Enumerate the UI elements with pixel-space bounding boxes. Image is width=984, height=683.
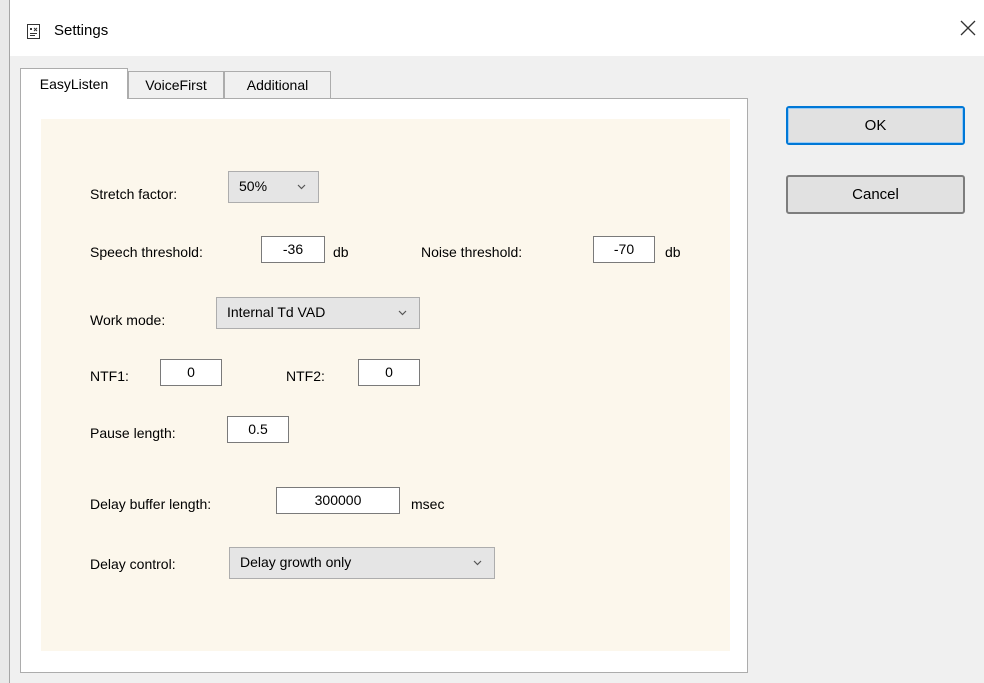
delay-control-dropdown[interactable]: Delay growth only: [229, 547, 495, 579]
pause-length-input[interactable]: 0.5: [227, 416, 289, 443]
noise-threshold-unit: db: [665, 244, 681, 260]
ntf2-input[interactable]: 0: [358, 359, 420, 386]
settings-window: Settings EasyListen VoiceFirst Additiona…: [9, 0, 984, 683]
speech-threshold-label: Speech threshold:: [90, 244, 203, 260]
ntf1-input[interactable]: 0: [160, 359, 222, 386]
cancel-button[interactable]: Cancel: [786, 175, 965, 214]
dialog-client-area: EasyListen VoiceFirst Additional Stretch…: [10, 56, 984, 683]
ok-button[interactable]: OK: [786, 106, 965, 145]
close-icon[interactable]: [958, 18, 978, 38]
tab-page-easylisten: Stretch factor: 50% Speech threshold: -3…: [20, 98, 748, 673]
work-mode-label: Work mode:: [90, 312, 166, 328]
speech-threshold-input[interactable]: -36: [261, 236, 325, 263]
window-title: Settings: [54, 22, 109, 39]
settings-dialog-icon: [27, 24, 40, 39]
noise-threshold-label: Noise threshold:: [421, 244, 523, 260]
title-bar[interactable]: Settings: [10, 0, 984, 56]
noise-threshold-input[interactable]: -70: [593, 236, 655, 263]
settings-panel: Stretch factor: 50% Speech threshold: -3…: [41, 119, 730, 651]
ntf2-label: NTF2:: [286, 368, 325, 384]
stretch-factor-dropdown[interactable]: 50%: [228, 171, 319, 203]
chevron-down-icon: [297, 184, 306, 190]
tab-voicefirst[interactable]: VoiceFirst: [128, 71, 224, 98]
stretch-factor-label: Stretch factor:: [90, 186, 178, 202]
delay-control-label: Delay control:: [90, 556, 176, 572]
work-mode-dropdown[interactable]: Internal Td VAD: [216, 297, 420, 329]
work-mode-value: Internal Td VAD: [227, 304, 326, 320]
pause-length-label: Pause length:: [90, 425, 176, 441]
delay-buffer-label: Delay buffer length:: [90, 496, 212, 512]
tab-additional[interactable]: Additional: [224, 71, 331, 98]
ntf1-label: NTF1:: [90, 368, 129, 384]
chevron-down-icon: [398, 310, 407, 316]
stretch-factor-value: 50%: [239, 178, 268, 194]
delay-buffer-unit: msec: [411, 496, 445, 512]
speech-threshold-unit: db: [333, 244, 349, 260]
delay-control-value: Delay growth only: [240, 554, 352, 570]
delay-buffer-input[interactable]: 300000: [276, 487, 400, 514]
chevron-down-icon: [473, 560, 482, 566]
tab-easylisten[interactable]: EasyListen: [20, 68, 128, 99]
